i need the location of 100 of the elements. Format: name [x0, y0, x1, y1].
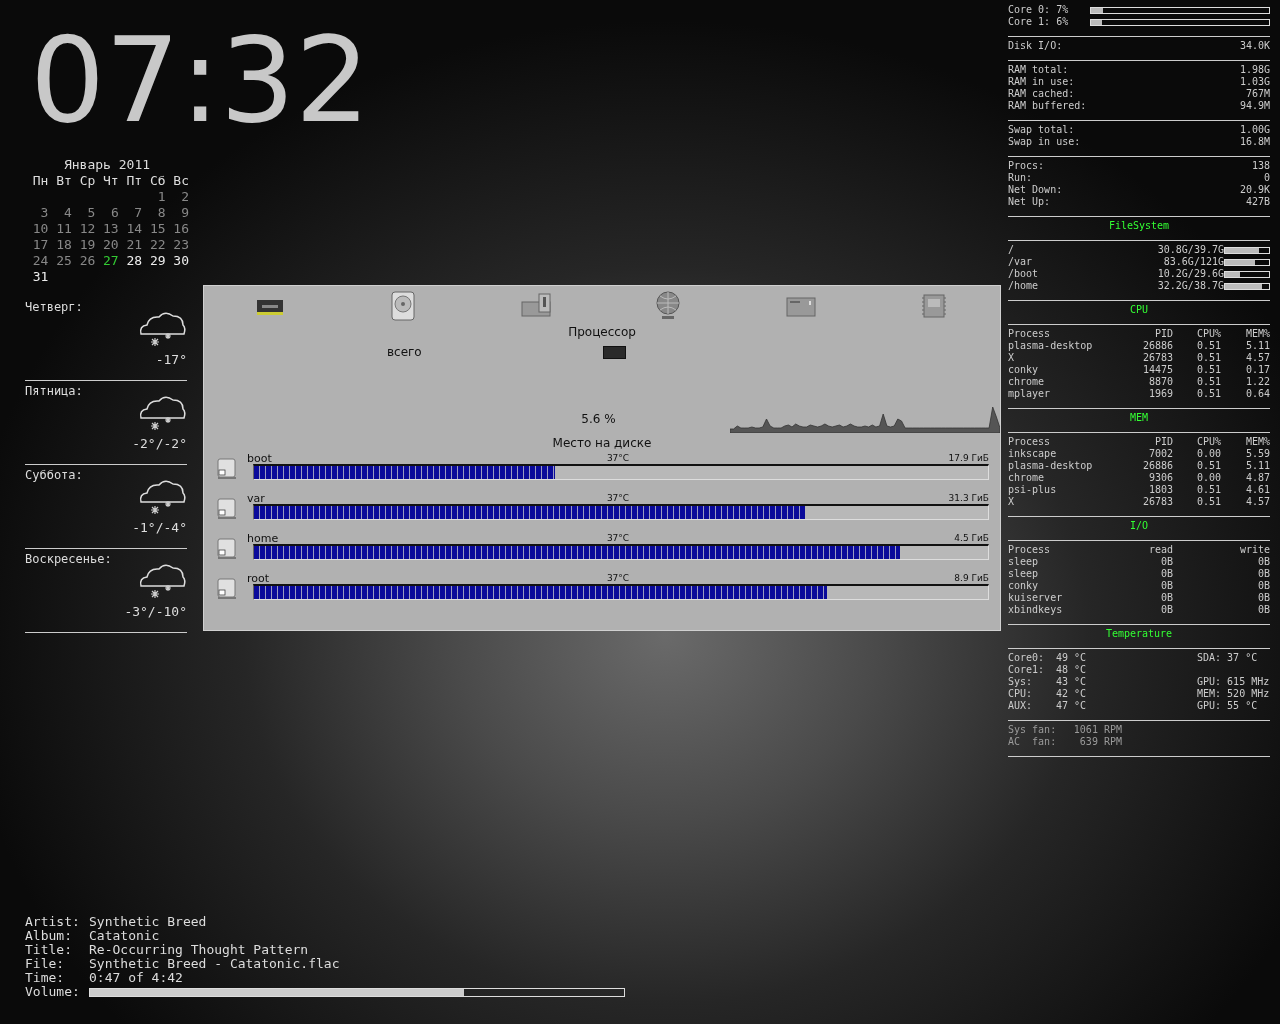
stat-value: 1.00G — [1239, 124, 1270, 136]
table-cell-text: xbindkeys — [1008, 604, 1064, 616]
cpu-reading: 5.6 % — [580, 411, 617, 427]
weather-day: Суббота: — [25, 468, 187, 482]
table-cell-text: chrome — [1008, 376, 1046, 388]
table-cell-text: 0B — [1159, 604, 1173, 616]
weather-temperature: -17° — [155, 352, 187, 368]
column-header: CPU% — [1195, 436, 1221, 448]
calendar-day: 14 — [118, 221, 143, 237]
sensor-label: Sys: — [1008, 676, 1034, 688]
table-cell-text: 0.51 — [1195, 388, 1221, 400]
column-header: read — [1147, 544, 1173, 556]
weekday-label: Ср — [78, 173, 96, 189]
table-cell-text: 0.51 — [1195, 376, 1221, 388]
sensor-value: 43 °C — [1056, 676, 1088, 688]
section-title: I/O — [1128, 520, 1150, 532]
calendar-day: 7 — [118, 205, 143, 221]
table-cell-text: 0.51 — [1195, 364, 1221, 376]
track-field-label: File: — [25, 957, 66, 971]
stat-label: Swap in use: — [1008, 136, 1081, 148]
calendar-day: 29 — [142, 253, 166, 269]
calendar-day: 4 — [48, 205, 72, 221]
disk-usage-text: 32.2G/38.7G — [1157, 280, 1224, 292]
table-cell-text: sleep — [1008, 556, 1040, 568]
calendar-day: 26 — [71, 253, 96, 269]
table-cell-text: 9306 — [1147, 472, 1173, 484]
disk-usage-text: 83.6G/121G — [1163, 256, 1224, 268]
table-cell-text: 14475 — [1141, 364, 1173, 376]
fan-label: AC fan: — [1008, 736, 1058, 748]
section-title: CPU — [1128, 304, 1150, 316]
table-cell-text: X — [1008, 496, 1016, 508]
table-cell-text: 4.57 — [1244, 496, 1270, 508]
calendar-month: Январь 2011 — [62, 157, 152, 173]
weekday-label: Пт — [125, 173, 143, 189]
disk-temperature: 37°C — [606, 533, 630, 544]
track-field-label: Album: — [25, 929, 73, 943]
drive-icon — [215, 496, 239, 520]
table-cell-text: conky — [1008, 580, 1040, 592]
calendar-day: 1 — [142, 189, 166, 205]
table-cell-text: X — [1008, 352, 1016, 364]
weekday-label: Вт — [55, 173, 72, 189]
volume-label: Volume: — [25, 985, 81, 999]
core-usage-label: Core 1: 6% — [1008, 16, 1070, 28]
calendar-day: 8 — [142, 205, 166, 221]
sensor-value: 47 °C — [1056, 700, 1088, 712]
track-field-label: Time: — [25, 971, 66, 985]
column-header: MEM% — [1244, 328, 1270, 340]
table-cell-text: plasma-desktop — [1008, 340, 1094, 352]
weather-temperature: -2°/-2° — [132, 436, 187, 452]
calendar-day: 18 — [48, 237, 72, 253]
calendar-day: 25 — [48, 253, 72, 269]
calendar-day: 16 — [165, 221, 189, 237]
table-cell-text: inkscape — [1008, 448, 1058, 460]
table-cell-text: conky — [1008, 364, 1040, 376]
stat-value: 767M — [1245, 88, 1270, 100]
calendar-day: 2 — [165, 189, 189, 205]
track-field-value: 0:47 of 4:42 — [89, 971, 184, 985]
table-cell-text: 8870 — [1147, 376, 1173, 388]
calendar-day: 15 — [142, 221, 166, 237]
weekday-label: Вс — [172, 173, 189, 189]
stat-value: 16.8M — [1239, 136, 1270, 148]
sensor-label: Core0: — [1008, 652, 1046, 664]
mount-point: /boot — [1008, 268, 1040, 280]
table-cell-text: 0B — [1159, 592, 1173, 604]
table-cell-text: 5.11 — [1244, 460, 1270, 472]
calendar-day: 12 — [71, 221, 96, 237]
table-cell-text: 0.00 — [1195, 472, 1221, 484]
disk-size: 31.3 ГиБ — [947, 493, 989, 504]
disk-usage-text: 10.2G/29.6G — [1157, 268, 1224, 280]
column-header: Process — [1008, 436, 1052, 448]
table-cell-text: 0.51 — [1195, 484, 1221, 496]
table-cell-text: 7002 — [1147, 448, 1173, 460]
stat-label: Procs: — [1008, 160, 1045, 172]
calendar-day: 5 — [71, 205, 96, 221]
table-cell-text: 1.22 — [1244, 376, 1270, 388]
fan-label: Sys fan: — [1008, 724, 1058, 736]
disk-size: 17.9 ГиБ — [947, 453, 989, 464]
calendar-day: 23 — [165, 237, 189, 253]
table-cell-text: 1803 — [1147, 484, 1173, 496]
drive-icon — [215, 536, 239, 560]
load-indicator — [602, 345, 626, 359]
panel-title: Процессор — [567, 325, 637, 340]
stat-value: 0 — [1263, 172, 1270, 184]
table-cell-text: 0B — [1256, 604, 1270, 616]
table-cell-text: 0.51 — [1195, 340, 1221, 352]
stat-label: RAM buffered: — [1008, 100, 1087, 112]
disk-name: var — [247, 493, 266, 504]
section-title: MEM — [1128, 412, 1150, 424]
calendar-day: 30 — [165, 253, 189, 269]
weather-day: Воскресенье: — [25, 552, 187, 566]
sensor-label: CPU: — [1008, 688, 1034, 700]
table-cell-text: 0B — [1159, 580, 1173, 592]
sensor-reading: MEM: 520 MHz — [1197, 688, 1270, 700]
table-cell-text: 4.57 — [1244, 352, 1270, 364]
stat-label: RAM in use: — [1008, 76, 1075, 88]
stat-label: Swap total: — [1008, 124, 1075, 136]
table-cell-text: 0.51 — [1195, 352, 1221, 364]
table-cell-text: 5.11 — [1244, 340, 1270, 352]
track-field-label: Title: — [25, 943, 73, 957]
mount-point: /var — [1008, 256, 1034, 268]
